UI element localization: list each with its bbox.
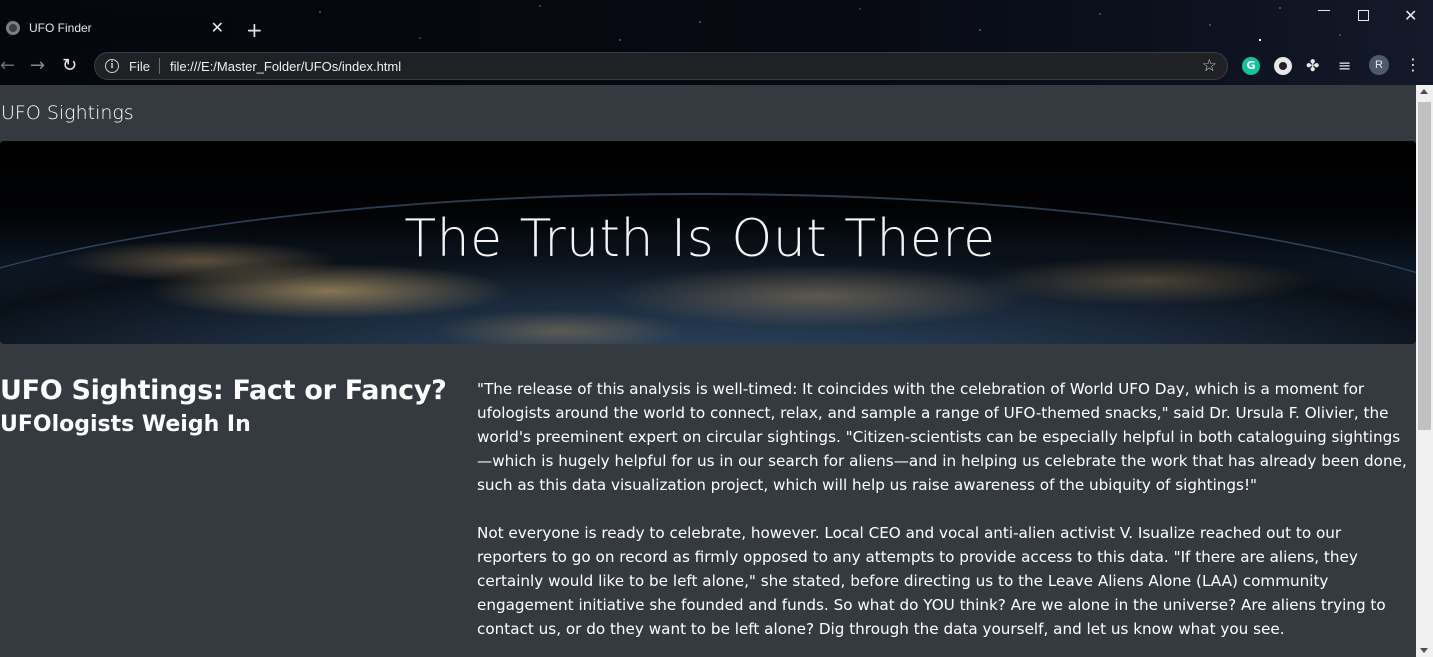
file-chip[interactable]: File <box>129 59 150 74</box>
browser-tab[interactable]: UFO Finder ✕ <box>0 10 236 46</box>
close-window-button[interactable]: ✕ <box>1404 6 1417 25</box>
article-heading-column: UFO Sightings: Fact or Fancy? UFOlogists… <box>0 375 460 437</box>
star-icon[interactable]: ☆ <box>1202 56 1217 76</box>
article-paragraph: Not everyone is ready to celebrate, howe… <box>477 524 1386 638</box>
plus-icon[interactable]: + <box>246 20 263 40</box>
minimize-window-button[interactable] <box>1318 10 1330 11</box>
grammarly-icon[interactable]: G <box>1242 57 1260 75</box>
puzzle-icon[interactable]: ✤ <box>1306 57 1324 75</box>
scroll-up-arrow-icon[interactable] <box>1420 89 1428 94</box>
url-text[interactable]: file:///E:/Master_Folder/UFOs/index.html <box>170 59 401 74</box>
navbar-brand[interactable]: UFO Sightings <box>1 102 134 124</box>
scroll-down-arrow-icon[interactable] <box>1420 648 1428 653</box>
hero-jumbotron: The Truth Is Out There <box>0 141 1416 344</box>
media-control-icon[interactable]: ≡ <box>1338 57 1356 75</box>
vertical-scrollbar[interactable] <box>1416 85 1433 657</box>
back-arrow-icon[interactable]: ← <box>0 56 15 76</box>
browser-chrome: UFO Finder ✕ + ✕ ← → ↻ i File file:///E:… <box>0 0 1433 85</box>
scrollbar-thumb[interactable] <box>1418 102 1431 430</box>
article-subhead: UFOlogists Weigh In <box>0 412 251 437</box>
article-body: "The release of this analysis is well-ti… <box>477 377 1407 641</box>
address-separator <box>158 58 160 74</box>
address-bar[interactable]: i File file:///E:/Master_Folder/UFOs/ind… <box>94 52 1228 80</box>
extension-icon[interactable] <box>1274 57 1292 75</box>
reload-icon[interactable]: ↻ <box>62 56 77 76</box>
hero-title: The Truth Is Out There <box>404 209 996 269</box>
article-headline: UFO Sightings: Fact or Fancy? <box>0 375 447 406</box>
page-viewport: UFO Sightings The Truth Is Out There UFO… <box>0 85 1416 657</box>
profile-avatar[interactable]: R <box>1369 55 1389 75</box>
maximize-window-button[interactable] <box>1358 10 1369 21</box>
globe-icon <box>6 21 20 35</box>
article-paragraph: "The release of this analysis is well-ti… <box>477 380 1407 494</box>
forward-arrow-icon[interactable]: → <box>30 56 45 76</box>
info-icon[interactable]: i <box>105 59 119 73</box>
close-icon[interactable]: ✕ <box>211 20 224 36</box>
more-menu-icon[interactable]: ⋮ <box>1405 56 1421 74</box>
tab-title: UFO Finder <box>29 21 92 35</box>
